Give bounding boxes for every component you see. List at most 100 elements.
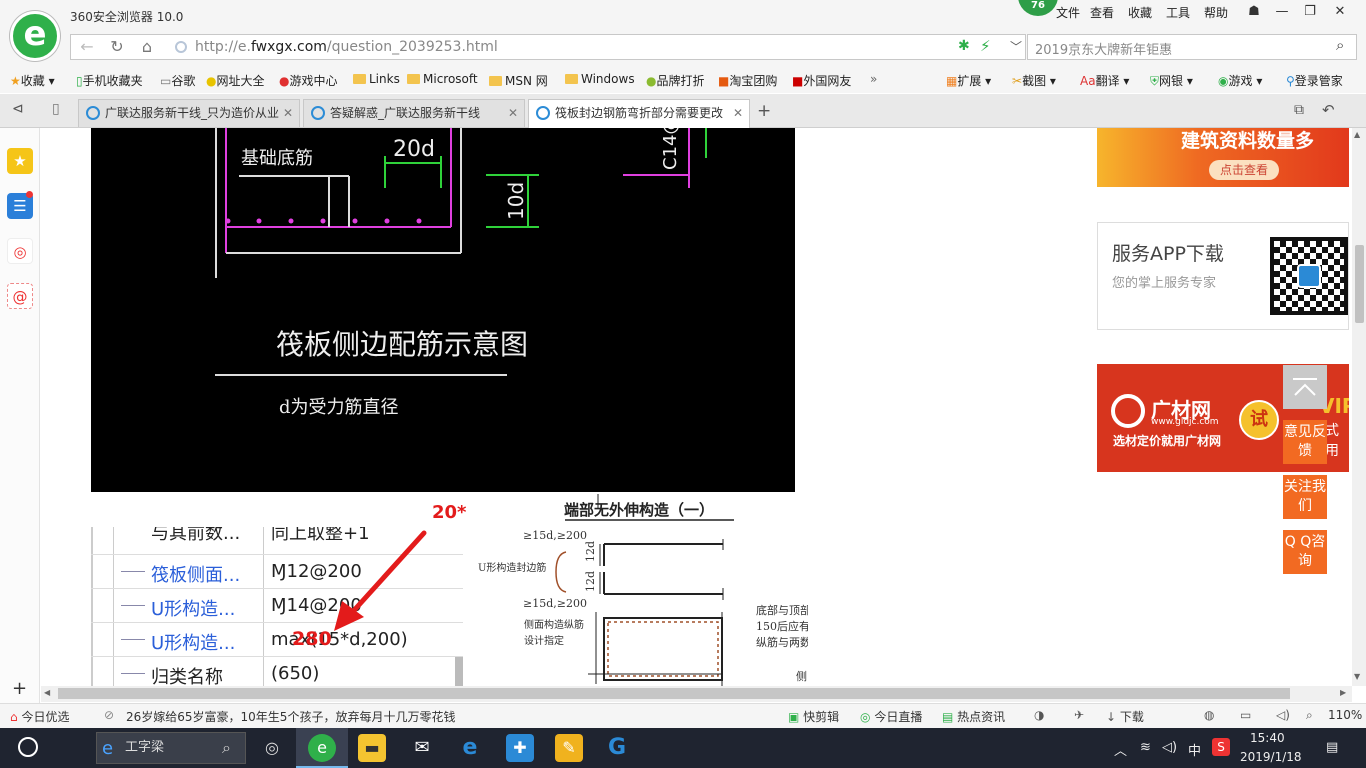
weibo-icon[interactable]: ◎ [7,238,33,264]
cortana-icon[interactable] [18,737,38,757]
status-clip[interactable]: ▣ 快剪辑 [788,708,839,725]
speaker-icon[interactable]: ◁) [1162,740,1177,755]
ad-banner-resources[interactable]: 建筑资料数量多 点击查看 [1097,128,1349,187]
task-view-icon[interactable]: ◎ [258,734,286,762]
more-bookmarks-icon[interactable]: » [870,72,877,86]
refresh-icon[interactable]: ↻ [106,37,128,57]
scroll-up-icon[interactable]: ▲ [1354,130,1360,139]
follow-us-button[interactable]: 关注我们 [1283,475,1327,519]
shirt-icon[interactable]: ☗ [1242,2,1266,22]
scroll-left-icon[interactable]: ◀ [44,688,50,697]
menu-file[interactable]: 文件 [1056,4,1080,21]
screenshot-button[interactable]: ✂截图 ▾ [1012,72,1056,89]
back-to-top-button[interactable] [1283,365,1327,409]
phone-icon[interactable]: ▯ [52,101,60,117]
file-explorer-icon[interactable]: ▬ [358,734,386,762]
menu-view[interactable]: 查看 [1090,4,1114,21]
status-live[interactable]: ◎ 今日直播 [860,708,922,725]
status-download[interactable]: ↓ 下载 [1106,708,1144,725]
app-download-card[interactable]: 服务APP下载 您的掌上服务专家 [1097,222,1349,330]
mail-icon[interactable]: @ [7,283,33,309]
ad2-try: 试 [1239,400,1279,440]
feedback-button[interactable]: 意见反馈 [1283,420,1327,464]
search-icon[interactable]: ⌕ [1336,36,1344,54]
bank-button[interactable]: ⛨网银 ▾ [1150,72,1193,89]
browser-logo-icon[interactable]: e [10,11,60,61]
mail-app-icon[interactable]: ✉ [408,734,436,762]
horizontal-scroll-thumb[interactable] [58,688,1290,699]
cad-label-base: 基础底筋 [241,148,313,169]
security-shield-icon[interactable]: ✱ [958,38,970,54]
tab-list-icon[interactable]: ⧉ [1294,102,1304,118]
bookmark-brand[interactable]: ●品牌打折 [646,72,705,89]
maximize-button[interactable]: ❐ [1298,2,1322,22]
login-manager-button[interactable]: ⚲登录管家 [1286,72,1343,89]
bookmark-hao[interactable]: ●网址大全 [206,72,265,89]
tab-1[interactable]: 广联达服务新干线_只为造价从业 ✕ [78,99,300,127]
zoom-icon[interactable]: ⌕ [1306,708,1313,723]
new-tab-button[interactable]: + [757,101,771,121]
back-arrow-icon[interactable]: ← [76,37,98,57]
edge-app-icon[interactable]: e [456,734,484,762]
tab-close-icon[interactable]: ✕ [283,100,293,126]
games-button[interactable]: ◉游戏 ▾ [1218,72,1262,89]
sidebar-toggle-icon[interactable]: ⊲ [12,101,24,117]
window-icon[interactable]: ▭ [1240,708,1251,722]
glodon-app-icon[interactable]: G [603,734,631,762]
menu-help[interactable]: 帮助 [1204,4,1228,21]
close-button[interactable]: ✕ [1328,2,1352,22]
tray-up-icon[interactable]: ︿ [1114,740,1127,759]
tab-close-icon[interactable]: ✕ [733,100,743,126]
bookmark-favorites[interactable]: ★收藏 ▾ [10,72,55,89]
tab-3-active[interactable]: 筏板封边钢筋弯折部分需要更改 ✕ [528,99,750,129]
clock-time[interactable]: 15:40 [1250,731,1285,745]
volume-icon[interactable]: ◁) [1276,708,1290,722]
ime-indicator[interactable]: 中 [1188,740,1201,759]
bookmark-msn[interactable]: MSN 网 [489,72,548,89]
bookmark-taobao[interactable]: ■淘宝团购 [718,72,777,89]
tools-app-icon[interactable]: ✚ [506,734,534,762]
bookmark-microsoft[interactable]: Microsoft [407,72,478,86]
bookmark-foreign[interactable]: ■外国网友 [792,72,851,89]
news-ticker[interactable]: 26岁嫁给65岁富豪，10年生5个孩子，放弃每月十几万零花钱 [126,708,455,725]
bookmark-links[interactable]: Links [353,72,400,86]
notes-app-icon[interactable]: ✎ [555,734,583,762]
search-icon[interactable]: ⌕ [222,738,231,758]
pin-icon[interactable]: ✈ [1074,708,1084,722]
favorites-star-icon[interactable]: ★ [7,148,33,174]
bookmark-games[interactable]: ●游戏中心 [279,72,338,89]
today-picks[interactable]: ⌂ 今日优选 [10,708,69,725]
menu-tools[interactable]: 工具 [1166,4,1190,21]
speed-mode-icon[interactable]: ⚡ [980,37,991,55]
network-icon[interactable]: ≋ [1140,740,1151,755]
scroll-right-icon[interactable]: ▶ [1340,688,1346,697]
chevron-down-icon[interactable]: ﹀ [1010,38,1022,55]
menu-favorites[interactable]: 收藏 [1128,4,1152,21]
translate-button[interactable]: Aa翻译 ▾ [1080,72,1129,89]
vertical-scrollbar[interactable] [1352,128,1366,686]
sidebar-add-icon[interactable]: + [12,678,27,699]
mute-icon[interactable]: ⊘ [104,708,114,722]
bookmark-mobile[interactable]: ▯手机收藏夹 [76,72,143,89]
sogou-ime-icon[interactable]: S [1212,738,1230,756]
minimize-button[interactable]: — [1270,2,1294,22]
ie-mode-icon[interactable]: ◍ [1204,708,1214,722]
url-text[interactable]: http://e.fwxgx.com/question_2039253.html [195,39,498,55]
tab-2[interactable]: 答疑解惑_广联达服务新干线 ✕ [303,99,525,127]
bookmark-google[interactable]: ▭谷歌 [160,72,195,89]
qq-consult-button[interactable]: Q Q咨询 [1283,530,1327,574]
action-center-icon[interactable]: ▤ [1326,740,1338,755]
scroll-down-icon[interactable]: ▼ [1354,672,1360,681]
extensions-button[interactable]: ▦扩展 ▾ [946,72,991,89]
zoom-level[interactable]: 110% [1328,708,1362,722]
site-info-icon[interactable] [175,41,187,53]
undo-close-icon[interactable]: ↶ [1322,101,1335,119]
home-icon[interactable]: ⌂ [136,37,158,57]
clock-date[interactable]: 2019/1/18 [1240,750,1302,764]
status-hot-news[interactable]: ▤ 热点资讯 [942,708,1005,725]
vertical-scroll-thumb[interactable] [1355,245,1364,323]
accelerate-icon[interactable]: ◑ [1034,708,1044,722]
bookmark-windows[interactable]: Windows [565,72,635,86]
tab-close-icon[interactable]: ✕ [508,100,518,126]
ad1-button[interactable]: 点击查看 [1209,160,1279,180]
